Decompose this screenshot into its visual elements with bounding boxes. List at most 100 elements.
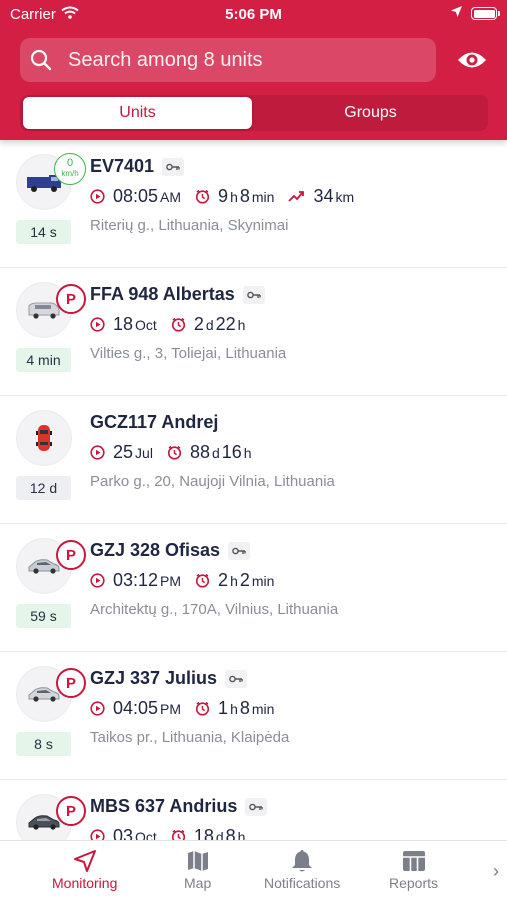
unit-name: GZJ 337 Julius xyxy=(90,668,218,688)
tab-label: Notifications xyxy=(264,875,341,891)
stat-unit: PM xyxy=(160,701,182,717)
tab-monitoring[interactable]: Monitoring xyxy=(52,847,117,891)
unit-row[interactable]: P MBS 637 Andrius 03 Oct 18 d 8h xyxy=(0,780,507,840)
play-circle-icon xyxy=(90,829,105,840)
play-circle-icon xyxy=(90,573,105,588)
trip-start-stat: 04:05 PM xyxy=(90,698,181,719)
search-icon xyxy=(28,47,54,73)
parking-badge: P xyxy=(56,796,86,826)
trip-start-stat: 08:05 AM xyxy=(90,186,181,207)
stat-value2: 16 xyxy=(221,442,242,462)
stat-value: 03:12 xyxy=(113,570,159,590)
stat-unit: h xyxy=(230,573,238,589)
more-chevron-icon[interactable]: › xyxy=(493,861,499,882)
play-circle-icon xyxy=(90,189,105,204)
speed-unit: km/h xyxy=(61,169,79,178)
stat-value: 08:05 xyxy=(113,186,159,206)
tab-reports[interactable]: Reports xyxy=(389,847,438,891)
stat-unit: Jul xyxy=(135,445,153,461)
tab-notifications[interactable]: Notifications xyxy=(264,847,340,891)
tab-units[interactable]: Units xyxy=(23,97,252,129)
unit-row[interactable]: P 8 s GZJ 337 Julius 04:05 PM 1h 8 min Ta… xyxy=(0,652,507,780)
status-time: 5:06 PM xyxy=(225,6,282,23)
stat-value: 18 xyxy=(193,826,214,840)
unit-address: Taikos pr., Lithuania, Klaipėda xyxy=(90,729,290,746)
unit-title-line: FFA 948 Albertas xyxy=(90,284,265,305)
stat-value: 25 xyxy=(113,442,134,462)
unit-title-line: GZJ 337 Julius xyxy=(90,668,248,689)
clock-icon xyxy=(195,701,210,716)
speed-badge: 0 km/h xyxy=(54,153,86,185)
clock-icon xyxy=(171,317,185,332)
stat-unit2: min xyxy=(251,573,275,589)
battery-icon xyxy=(471,7,500,20)
stat-unit2: h xyxy=(237,317,246,333)
duration-stat: 2d 22 h xyxy=(171,314,246,335)
clock-icon xyxy=(167,445,182,460)
eye-icon[interactable] xyxy=(455,46,489,74)
stat-unit2: h xyxy=(243,445,252,461)
unit-stats: 25 Jul 88 d 16 h xyxy=(90,442,266,463)
status-bar: Carrier 5:06 PM xyxy=(0,0,507,30)
parking-badge: P xyxy=(56,284,86,314)
last-message-age: 59 s xyxy=(16,604,71,628)
last-message-age: 12 d xyxy=(16,476,71,500)
stat-unit: d xyxy=(211,445,220,461)
tab-map[interactable]: Map xyxy=(184,847,211,891)
duration-stat: 18 d 8h xyxy=(171,826,245,840)
unit-stats: 03:12 PM 2h 2 min xyxy=(90,570,288,591)
key-icon xyxy=(225,669,248,688)
stat-unit2: min xyxy=(251,189,275,205)
stat-value: 88 xyxy=(189,442,210,462)
trip-start-stat: 25 Jul xyxy=(90,442,153,463)
stat-value2: 22 xyxy=(215,314,236,334)
last-message-age: 14 s xyxy=(16,220,71,244)
unit-address: Architektų g., 170A, Vilnius, Lithuania xyxy=(90,601,339,618)
unit-name: EV7401 xyxy=(90,156,155,176)
trend-up-icon xyxy=(288,191,305,202)
units-list: 0 km/h 14 s EV7401 08:05 AM 9h 8 min 34 … xyxy=(0,140,507,840)
key-icon xyxy=(242,285,265,304)
tab-bar: Monitoring Map Notifications Reports › xyxy=(0,840,507,900)
stat-value: 2 xyxy=(193,314,204,334)
stat-value: 04:05 xyxy=(113,698,159,718)
stat-unit: Oct xyxy=(135,829,157,840)
stat-unit: d xyxy=(215,829,224,840)
unit-stats: 18 Oct 2d 22 h xyxy=(90,314,259,335)
stat-value: 34 xyxy=(313,186,334,206)
stat-value2: 8 xyxy=(225,826,236,840)
last-message-age: 8 s xyxy=(16,732,71,756)
map-icon xyxy=(185,847,211,875)
search-input[interactable]: Search among 8 units xyxy=(68,49,263,72)
stat-value2: 8 xyxy=(239,698,250,718)
tab-groups[interactable]: Groups xyxy=(256,97,485,129)
header: Carrier 5:06 PM Search among 8 units Uni… xyxy=(0,0,507,140)
stat-unit: h xyxy=(230,701,238,717)
location-arrow-icon xyxy=(450,5,463,22)
red-car-icon xyxy=(16,410,72,466)
navigation-arrow-icon xyxy=(72,847,98,875)
search-bar[interactable]: Search among 8 units xyxy=(20,38,436,82)
unit-address: Riterių g., Lithuania, Skynimai xyxy=(90,217,289,234)
trip-start-stat: 03:12 PM xyxy=(90,570,181,591)
unit-row[interactable]: P 4 min FFA 948 Albertas 18 Oct 2d 22 h V… xyxy=(0,268,507,396)
stat-unit: d xyxy=(205,317,214,333)
stat-value2: 8 xyxy=(239,186,250,206)
unit-row[interactable]: 12 d GCZ117 Andrej 25 Jul 88 d 16 h Parko … xyxy=(0,396,507,524)
stat-value2: 2 xyxy=(239,570,250,590)
unit-row[interactable]: 0 km/h 14 s EV7401 08:05 AM 9h 8 min 34 … xyxy=(0,140,507,268)
stat-value: 9 xyxy=(218,186,229,206)
key-icon xyxy=(162,157,185,176)
clock-icon xyxy=(195,189,210,204)
unit-stats: 08:05 AM 9h 8 min 34 km xyxy=(90,186,368,207)
key-icon xyxy=(245,797,268,816)
unit-title-line: GZJ 328 Ofisas xyxy=(90,540,251,561)
table-icon xyxy=(401,847,427,875)
duration-stat: 1h 8 min xyxy=(195,698,274,719)
parking-badge: P xyxy=(56,540,86,570)
unit-stats: 03 Oct 18 d 8h xyxy=(90,826,259,840)
unit-title-line: GCZ117 Andrej xyxy=(90,412,218,433)
unit-row[interactable]: P 59 s GZJ 328 Ofisas 03:12 PM 2h 2 min A… xyxy=(0,524,507,652)
stat-value: 2 xyxy=(218,570,229,590)
stat-unit: h xyxy=(230,189,238,205)
